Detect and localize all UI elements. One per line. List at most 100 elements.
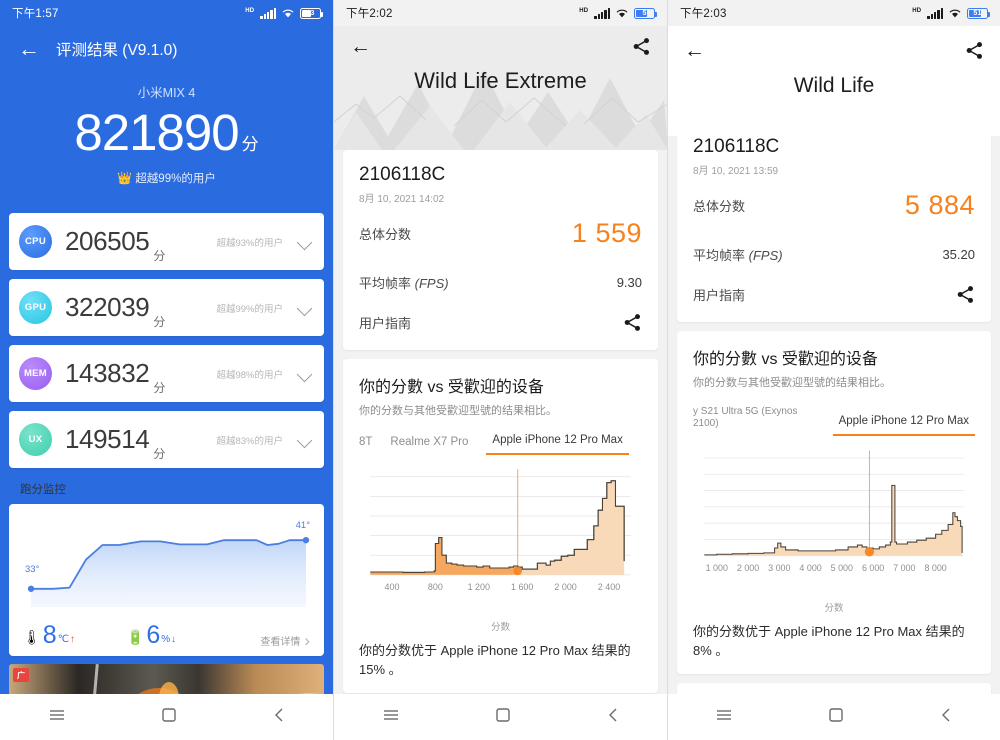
avg-fps-value: 35.20 bbox=[942, 247, 975, 262]
result-date: 8月 10, 2021 14:02 bbox=[359, 194, 445, 205]
total-score-label: 总体分数 bbox=[359, 227, 412, 242]
arrow-down-icon: ↓ bbox=[171, 634, 177, 645]
chevron-left-icon[interactable] bbox=[607, 708, 619, 727]
avg-fps-label: 平均帧率 (FPS) bbox=[693, 248, 783, 263]
row-user-guide[interactable]: 用户指南 bbox=[693, 275, 975, 316]
share-icon[interactable] bbox=[956, 285, 975, 304]
tab-device-2[interactable]: Apple iPhone 12 Pro Max bbox=[486, 434, 629, 455]
thermal-monitor-card[interactable]: 33° 41° 🌡 8 ℃ ↑ 🔋 6 % ↓ 查看详情 › bbox=[9, 504, 324, 656]
cpu-badge-icon: CPU bbox=[19, 225, 52, 258]
user-guide-label: 用户指南 bbox=[359, 316, 412, 331]
menu-icon[interactable] bbox=[383, 708, 399, 726]
device-tabs-2: 8T Realme X7 Pro Apple iPhone 12 Pro Max bbox=[359, 434, 642, 455]
tab-device-0[interactable]: 8T bbox=[359, 436, 372, 455]
total-score-value: 5 884 bbox=[904, 190, 975, 220]
svg-text:800: 800 bbox=[428, 582, 443, 592]
score-card-ux[interactable]: UX 149514 分 超越83%的用户 bbox=[9, 411, 324, 468]
row-user-guide[interactable]: 用户指南 bbox=[359, 303, 642, 344]
row-avg-fps: 平均帧率 (FPS) 9.30 bbox=[359, 260, 642, 303]
hd-icon: HD bbox=[579, 7, 589, 14]
result-date: 8月 10, 2021 13:59 bbox=[693, 166, 779, 177]
phone-panel-antutu-result: 下午1:57 HD 53 ← 评测结果 (V9.1.0) 小米MIX 4 821… bbox=[0, 0, 333, 740]
app-nav-bar-3: ← bbox=[668, 26, 1000, 75]
chevron-down-icon[interactable] bbox=[297, 299, 314, 316]
chevron-left-icon[interactable] bbox=[940, 708, 952, 727]
chevron-down-icon[interactable] bbox=[297, 233, 314, 250]
crown-icon: 👑 bbox=[117, 171, 133, 185]
svg-text:7 000: 7 000 bbox=[893, 563, 915, 573]
share-icon[interactable] bbox=[623, 313, 642, 332]
total-score-label: 总体分数 bbox=[693, 199, 746, 214]
ad-badge: 广 bbox=[13, 668, 29, 682]
signal-icon bbox=[927, 7, 943, 19]
chevron-down-icon[interactable] bbox=[297, 365, 314, 382]
hd-icon: HD bbox=[912, 7, 922, 14]
status-time: 下午2:03 bbox=[680, 8, 727, 20]
hd-icon: HD bbox=[245, 7, 255, 14]
battery-delta-unit: % bbox=[161, 634, 171, 645]
arrow-left-icon[interactable]: ← bbox=[684, 40, 705, 61]
home-square-icon[interactable] bbox=[829, 707, 843, 727]
svg-text:2 000: 2 000 bbox=[737, 563, 759, 573]
gpu-rank: 超越99%的用户 bbox=[216, 303, 283, 315]
thermal-end-label: 41° bbox=[295, 520, 310, 531]
distribution-chart-3: 1 000 2 000 3 000 4 000 5 000 6 000 7 000 8 000 bbox=[693, 446, 975, 601]
phone-panel-wildlife-extreme: 下午2:02 HD 5 ← Wild Life Extreme 2106118C… bbox=[333, 0, 667, 740]
device-model: 小米MIX 4 bbox=[137, 86, 196, 100]
tab-device-1[interactable]: Realme X7 Pro bbox=[390, 436, 468, 455]
chart-xaxis-label-2: 分数 bbox=[490, 622, 510, 633]
share-icon[interactable] bbox=[632, 37, 651, 56]
tab-device-left[interactable]: y S21 Ultra 5G (Exynos 2100) bbox=[693, 406, 815, 436]
score-unit: 分 bbox=[241, 135, 259, 154]
rank-badge: 👑 超越99%的用户 bbox=[0, 170, 333, 186]
row-total-score: 总体分数 5 884 bbox=[693, 177, 975, 232]
share-icon[interactable] bbox=[965, 41, 984, 60]
chevron-left-icon[interactable] bbox=[273, 708, 285, 727]
thermal-chart: 33° 41° bbox=[17, 512, 316, 617]
chevron-down-icon[interactable] bbox=[297, 431, 314, 448]
arrow-left-icon[interactable]: ← bbox=[350, 36, 371, 57]
chevron-right-icon: › bbox=[304, 630, 310, 650]
menu-icon[interactable] bbox=[716, 708, 732, 726]
status-icons: HD 53 bbox=[245, 7, 324, 19]
gpu-score-unit: 分 bbox=[153, 315, 166, 329]
home-square-icon[interactable] bbox=[161, 707, 176, 727]
svg-text:8 000: 8 000 bbox=[924, 563, 946, 573]
svg-text:2 400: 2 400 bbox=[598, 582, 620, 592]
monitor-section-title: 跑分监控 bbox=[20, 484, 66, 496]
battery-icon: 53 bbox=[300, 7, 324, 19]
status-icons: HD 51 bbox=[912, 7, 991, 19]
rank-text: 超越99%的用户 bbox=[135, 173, 216, 185]
phone-panel-wildlife: 下午2:03 HD 51 ← Wild Life 2106118C 8月 10,… bbox=[667, 0, 1000, 740]
benchmark-title: Wild Life Extreme bbox=[414, 68, 587, 93]
wifi-icon bbox=[281, 8, 295, 19]
total-score-block: 821890 分 bbox=[0, 103, 333, 162]
thermal-start-label: 33° bbox=[25, 564, 40, 575]
user-guide-label: 用户指南 bbox=[693, 288, 746, 303]
ux-badge-icon: UX bbox=[19, 423, 52, 456]
comparison-subtitle: 你的分数与其他受歡迎型號的结果相比。 bbox=[359, 405, 557, 417]
arrow-left-icon[interactable]: ← bbox=[18, 38, 40, 60]
view-detail-link[interactable]: 查看详情 › bbox=[260, 630, 310, 650]
device-tabs-3: y S21 Ultra 5G (Exynos 2100) Apple iPhon… bbox=[693, 406, 975, 436]
signal-icon bbox=[260, 7, 276, 19]
status-icons: HD 5 bbox=[579, 7, 658, 19]
temp-delta: 8 ℃ ↑ bbox=[43, 623, 75, 648]
menu-icon[interactable] bbox=[49, 708, 65, 726]
row-total-score: 总体分数 1 559 bbox=[359, 205, 642, 260]
system-nav-bar-1 bbox=[0, 694, 333, 740]
status-time: 下午1:57 bbox=[12, 8, 59, 20]
svg-text:400: 400 bbox=[385, 582, 400, 592]
mem-score: 143832 bbox=[65, 358, 150, 388]
tab-device-active[interactable]: Apple iPhone 12 Pro Max bbox=[832, 415, 975, 436]
score-card-gpu[interactable]: GPU 322039 分 超越99%的用户 bbox=[9, 279, 324, 336]
score-card-cpu[interactable]: CPU 206505 分 超越93%的用户 bbox=[9, 213, 324, 270]
comparison-card-2: 你的分數 vs 受歡迎的设备 你的分数与其他受歡迎型號的结果相比。 8T Rea… bbox=[343, 359, 658, 693]
temp-delta-value: 8 bbox=[42, 621, 57, 649]
ux-score-unit: 分 bbox=[153, 447, 166, 461]
score-card-mem[interactable]: MEM 143832 分 超越98%的用户 bbox=[9, 345, 324, 402]
home-square-icon[interactable] bbox=[495, 707, 510, 727]
svg-text:3 000: 3 000 bbox=[768, 563, 790, 573]
wifi-icon bbox=[615, 8, 629, 19]
cpu-score: 206505 bbox=[65, 226, 150, 256]
